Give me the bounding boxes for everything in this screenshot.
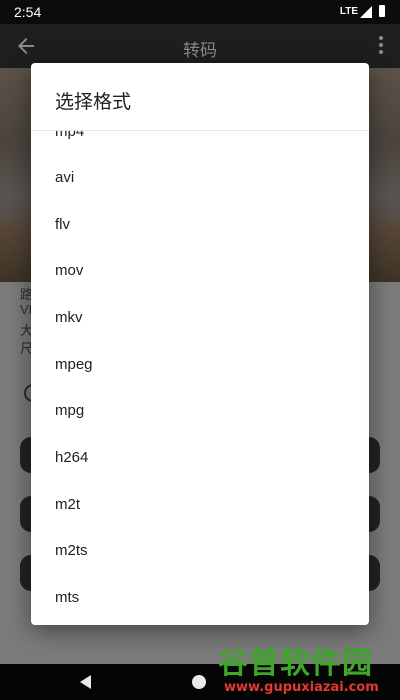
format-option-flv[interactable]: flv — [31, 202, 369, 248]
format-label: mts — [55, 589, 80, 606]
format-option-mov[interactable]: mov — [31, 248, 369, 294]
dialog-title: 选择格式 — [55, 92, 132, 113]
format-list[interactable]: mp4 avi flv mov mkv mpeg mpg h264 m2t m2… — [31, 131, 369, 625]
status-bar: 2:54 LTE — [0, 0, 400, 24]
format-label: mpeg — [55, 356, 93, 373]
more-options-icon[interactable] — [378, 36, 384, 56]
status-time: 2:54 — [14, 4, 42, 20]
network-type: LTE — [339, 6, 358, 17]
watermark: 谷普软件园 www.gupuxiazai.com — [218, 636, 400, 700]
battery-icon — [379, 5, 385, 17]
format-label: mpg — [55, 402, 85, 419]
format-option-mts[interactable]: mts — [31, 575, 369, 621]
app-bar: 转码 — [0, 24, 400, 68]
format-option-mp4[interactable]: mp4 — [31, 131, 369, 155]
watermark-url: www.gupuxiazai.com — [224, 680, 379, 695]
watermark-title: 谷普软件园 — [218, 646, 373, 681]
nav-back-icon[interactable] — [80, 675, 91, 689]
format-option-h264[interactable]: h264 — [31, 435, 369, 481]
format-label: flv — [55, 216, 70, 233]
format-dialog: 选择格式 mp4 avi flv mov mkv mpeg mpg h264 m… — [31, 63, 369, 625]
format-label: mp4 — [55, 131, 85, 140]
format-label: mkv — [55, 309, 83, 326]
format-label: h264 — [55, 449, 89, 466]
format-option-m2ts[interactable]: m2ts — [31, 528, 369, 574]
format-label: mov — [55, 262, 84, 279]
format-label: m2ts — [55, 542, 88, 559]
format-option-mpg[interactable]: mpg — [31, 388, 369, 434]
format-option-mkv[interactable]: mkv — [31, 295, 369, 341]
page-title: 转码 — [183, 41, 217, 60]
format-label: avi — [55, 169, 75, 186]
format-option-mpeg[interactable]: mpeg — [31, 342, 369, 388]
signal-icon — [360, 6, 372, 18]
format-option-m2t[interactable]: m2t — [31, 482, 369, 528]
nav-home-icon[interactable] — [192, 675, 206, 689]
format-label: m2t — [55, 496, 81, 513]
format-option-avi[interactable]: avi — [31, 155, 369, 201]
